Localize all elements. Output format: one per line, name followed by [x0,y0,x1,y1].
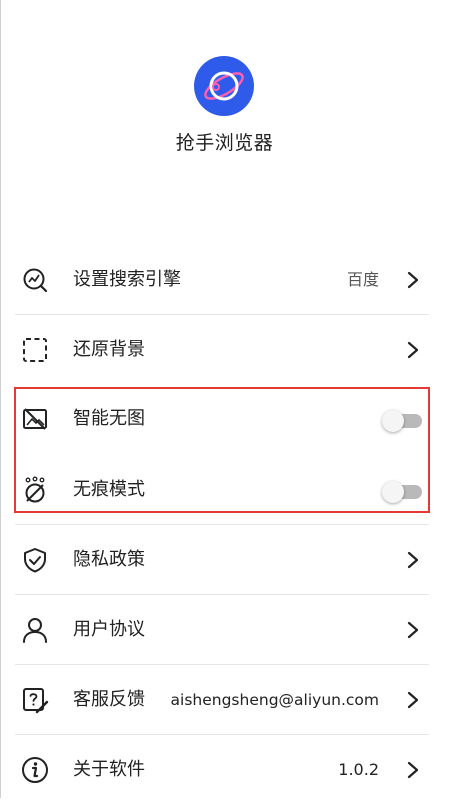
app-header: 抢手浏览器 [0,0,449,200]
chevron-right-icon [407,621,419,639]
setting-user-agreement[interactable]: 用户协议 [0,595,449,665]
search-engine-icon [23,268,48,293]
setting-privacy-policy-label: 隐私政策 [73,549,145,570]
dashed-square-icon [23,338,47,362]
chevron-right-icon [407,761,419,779]
no-image-icon [23,408,47,430]
app-name: 抢手浏览器 [175,132,274,154]
app-version: 1.0.2 [338,760,379,779]
user-icon [23,618,47,643]
setting-no-image[interactable]: 智能无图 [0,384,449,454]
incognito-toggle[interactable] [382,481,422,503]
chevron-right-icon [407,341,419,359]
setting-search-engine-value: 百度 [346,270,379,289]
setting-feedback[interactable]: 客服反馈 aishengsheng@aliyun.com [0,665,449,735]
setting-search-engine-label: 设置搜索引擎 [73,269,181,290]
shield-check-icon [24,548,46,573]
app-logo-icon [194,56,254,116]
incognito-icon [25,476,45,503]
setting-incognito[interactable]: 无痕模式 [0,455,449,525]
setting-about-label: 关于软件 [73,759,145,780]
help-edit-icon [23,688,49,714]
setting-incognito-label: 无痕模式 [73,479,145,500]
setting-restore-background[interactable]: 还原背景 [0,315,449,385]
toggle-knob [382,481,404,503]
setting-feedback-label: 客服反馈 [73,689,145,710]
setting-no-image-label: 智能无图 [73,408,145,429]
setting-privacy-policy[interactable]: 隐私政策 [0,525,449,595]
toggle-knob [382,410,404,432]
chevron-right-icon [407,271,419,289]
chevron-right-icon [407,691,419,709]
setting-search-engine[interactable]: 设置搜索引擎 百度 [0,245,449,315]
chevron-right-icon [407,551,419,569]
info-icon [22,757,48,783]
setting-user-agreement-label: 用户协议 [73,619,145,640]
feedback-email: aishengsheng@aliyun.com [170,691,379,709]
no-image-toggle[interactable] [382,410,422,432]
setting-about[interactable]: 关于软件 1.0.2 [0,735,449,805]
setting-restore-background-label: 还原背景 [73,339,145,360]
